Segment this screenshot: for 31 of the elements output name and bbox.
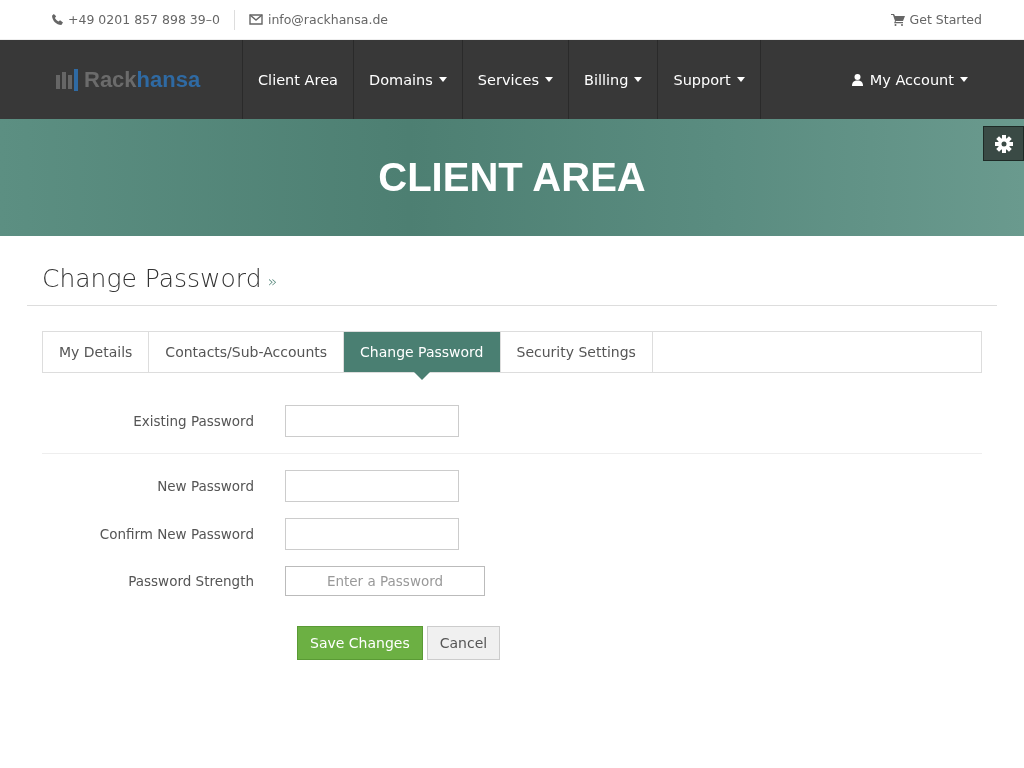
tab[interactable]: My Details xyxy=(43,332,150,372)
field-label: Existing Password xyxy=(132,413,255,429)
field-label: New Password xyxy=(156,478,255,494)
phone-number: +49 0201 857 898 39–0 xyxy=(68,12,220,27)
caret-icon xyxy=(960,77,968,82)
field-label: Confirm New Password xyxy=(98,526,255,542)
cancel-button[interactable]: Cancel xyxy=(426,626,501,660)
meter-text: Enter a Password xyxy=(326,573,444,589)
email-link[interactable]: info@rackhansa.de xyxy=(267,12,389,27)
account-menu[interactable]: My Account xyxy=(836,40,968,119)
envelope-icon xyxy=(248,14,263,25)
password-field[interactable] xyxy=(285,470,459,502)
user-icon xyxy=(851,73,863,86)
password-field[interactable] xyxy=(285,405,459,437)
settings-icon xyxy=(994,134,1013,153)
password-field[interactable] xyxy=(285,518,459,550)
caret-icon xyxy=(634,77,643,82)
phone-icon xyxy=(52,14,63,25)
caret-icon xyxy=(544,77,553,82)
logo-bars-icon xyxy=(56,68,78,91)
cart-icon xyxy=(890,13,905,26)
hero-title: CLIENT AREA xyxy=(378,155,646,200)
caret-icon xyxy=(438,77,447,82)
field-label: Password Strength xyxy=(127,573,255,589)
get-started-link[interactable]: Get Started xyxy=(909,12,982,27)
tab[interactable]: Security Settings xyxy=(500,332,653,372)
page-title: Change Password » xyxy=(27,264,997,306)
tab-pointer-icon xyxy=(413,372,430,380)
caret-icon xyxy=(736,77,745,82)
settings-button[interactable] xyxy=(983,126,1024,161)
logo-text: hansa xyxy=(136,66,201,93)
